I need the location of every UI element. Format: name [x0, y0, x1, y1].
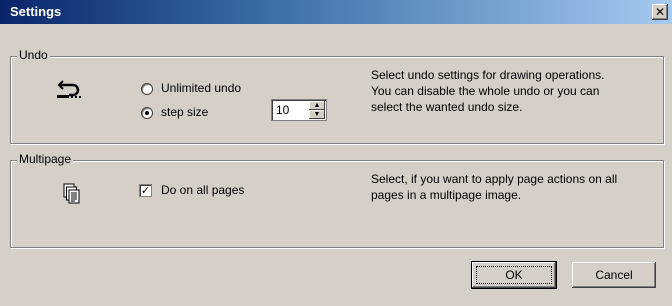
step-size-input[interactable]: 10 — [276, 103, 289, 117]
title-bar: Settings ✕ — [0, 0, 672, 24]
multipage-description: Select, if you want to apply page action… — [371, 171, 617, 203]
undo-group: Undo Unlimited undo step size 10 ▲ ▼ Sel… — [10, 48, 664, 144]
multipage-description-line: Select, if you want to apply page action… — [371, 172, 618, 186]
close-button[interactable]: ✕ — [652, 4, 668, 20]
undo-icon — [57, 80, 81, 98]
undo-description-line: select the wanted undo size. — [371, 100, 523, 114]
window-title: Settings — [10, 4, 62, 19]
do-on-all-pages-checkbox[interactable]: ✓ — [139, 184, 152, 197]
unlimited-undo-label: Unlimited undo — [161, 81, 242, 95]
cancel-button[interactable]: Cancel — [572, 262, 656, 288]
undo-description-line: You can disable the whole undo or you ca… — [371, 84, 600, 98]
arrow-down-icon: ▼ — [313, 111, 321, 118]
step-size-spinner[interactable]: 10 ▲ ▼ — [271, 99, 327, 121]
unlimited-undo-radio[interactable] — [141, 83, 153, 95]
close-icon: ✕ — [654, 5, 666, 19]
multipage-group: Multipage ✓ Do on all pages Select, if y… — [10, 152, 664, 248]
do-on-all-pages-label: Do on all pages — [161, 183, 245, 197]
spin-down-button[interactable]: ▼ — [309, 110, 325, 119]
multipage-group-label: Multipage — [17, 152, 74, 166]
ok-button[interactable]: OK — [471, 261, 557, 289]
check-icon: ✓ — [140, 184, 151, 197]
arrow-up-icon: ▲ — [313, 102, 321, 109]
step-size-radio[interactable] — [141, 107, 153, 119]
step-size-label: step size — [161, 105, 209, 119]
multipage-icon — [63, 183, 80, 204]
undo-description-line: Select undo settings for drawing operati… — [371, 68, 605, 82]
spin-up-button[interactable]: ▲ — [309, 101, 325, 110]
undo-group-label: Undo — [17, 48, 50, 62]
multipage-description-line: pages in a multipage image. — [371, 188, 522, 202]
settings-dialog: Settings ✕ Undo Unlimited undo step size… — [0, 0, 672, 306]
undo-description: Select undo settings for drawing operati… — [371, 67, 604, 115]
